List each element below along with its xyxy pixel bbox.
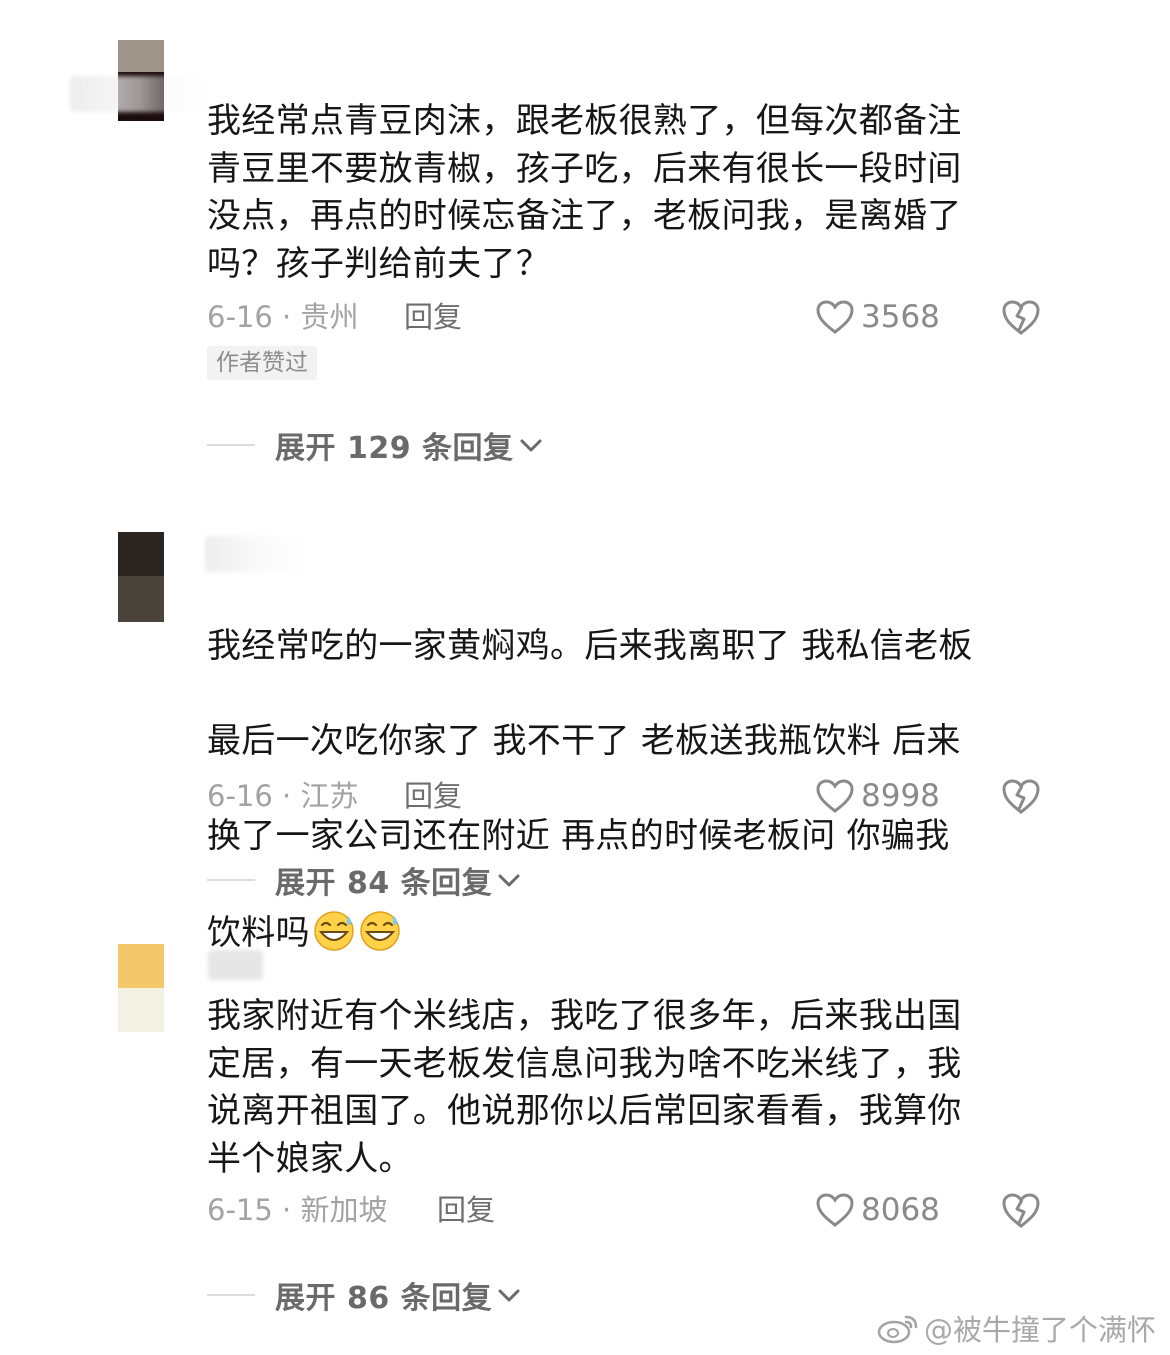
divider-line [207, 1294, 255, 1296]
comment-line: 最后一次吃你家了 我不干了 老板送我瓶饮料 后来 [207, 720, 961, 761]
date-location: 6-16 · 江苏 [207, 779, 359, 813]
expand-replies-button[interactable]: 展开 84 条回复 [207, 860, 522, 901]
broken-heart-icon [1002, 779, 1040, 814]
username-redacted [208, 950, 263, 980]
weibo-logo-icon [877, 1315, 918, 1344]
reply-button[interactable]: 回复 [404, 776, 462, 816]
dislike-button[interactable] [1000, 776, 1042, 816]
comment-meta: 6-16 · 江苏 [207, 776, 358, 816]
comment-line: 换了一家公司还在附近 再点的时候老板问 你骗我 [207, 815, 950, 856]
expand-replies-label: 展开 84 条回复 [275, 866, 493, 901]
broken-heart-icon [1002, 300, 1040, 335]
date-location: 6-15 · 新加坡 [207, 1193, 388, 1227]
heart-outline-icon [816, 300, 854, 334]
heart-outline-icon [816, 1193, 854, 1227]
comment-line: 饮料吗 [207, 912, 310, 953]
dislike-button[interactable] [1000, 1190, 1042, 1230]
comment-line-last: 饮料吗 [207, 908, 1047, 958]
like-count: 8068 [861, 1192, 940, 1228]
divider-line [207, 879, 255, 881]
watermark-handle: @被牛撞了个满怀 [923, 1313, 1156, 1347]
username-redacted [205, 536, 305, 572]
date-location: 6-16 · 贵州 [207, 300, 359, 334]
reply-button[interactable]: 回复 [437, 1190, 495, 1230]
expand-replies-label: 展开 129 条回复 [275, 431, 514, 466]
author-liked-badge: 作者赞过 [207, 346, 317, 380]
dislike-button[interactable] [1000, 297, 1042, 337]
username-redacted [70, 76, 210, 112]
avatar[interactable] [118, 532, 164, 622]
broken-heart-icon [1002, 1193, 1040, 1228]
divider-line [207, 444, 255, 446]
comment-meta: 6-15 · 新加坡 [207, 1190, 387, 1230]
grinning-sweat-emoji [360, 910, 400, 951]
comment-text: 我经常点青豆肉沫，跟老板很熟了，但每次都备注 青豆里不要放青椒，孩子吃，后来有很… [207, 101, 962, 284]
chevron-down-icon [498, 874, 520, 887]
comment-line: 我经常吃的一家黄焖鸡。后来我离职了 我私信老板 [207, 625, 973, 666]
like-button[interactable]: 8998 [815, 776, 940, 816]
comment-text: 我家附近有个米线店，我吃了很多年，后来我出国 定居，有一天老板发信息问我为啥不吃… [207, 996, 962, 1179]
chevron-down-icon [520, 439, 542, 452]
weibo-watermark: @被牛撞了个满怀 [876, 1307, 1156, 1349]
expand-replies-button[interactable]: 展开 86 条回复 [207, 1275, 522, 1316]
like-button[interactable]: 8068 [815, 1190, 940, 1230]
grinning-sweat-emoji [314, 910, 354, 951]
like-count: 8998 [861, 778, 940, 814]
like-button[interactable]: 3568 [815, 297, 940, 337]
avatar[interactable] [118, 944, 164, 1032]
heart-outline-icon [816, 779, 854, 813]
expand-replies-label: 展开 86 条回复 [275, 1281, 493, 1316]
comment-meta: 6-16 · 贵州 [207, 297, 358, 337]
reply-button[interactable]: 回复 [404, 297, 462, 337]
chevron-down-icon [498, 1289, 520, 1302]
expand-replies-button[interactable]: 展开 129 条回复 [207, 425, 544, 466]
like-count: 3568 [861, 299, 940, 335]
